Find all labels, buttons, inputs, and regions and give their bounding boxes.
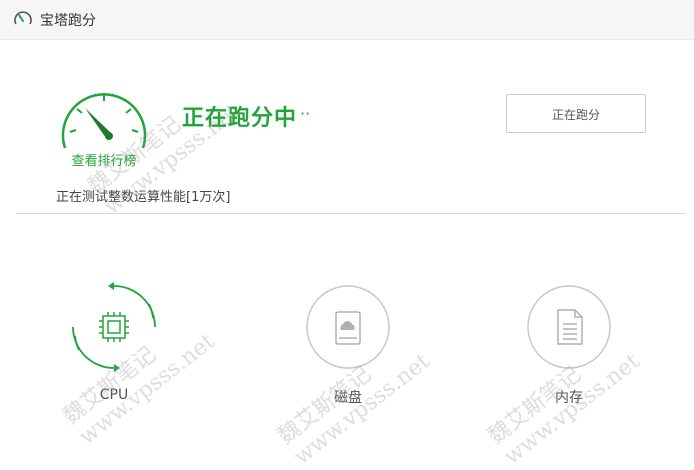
cpu-progress-ring <box>72 282 156 372</box>
test-label-disk: 磁盘 <box>334 390 362 406</box>
status-progress-dots: ·· <box>300 104 311 123</box>
speedometer-gauge-icon <box>61 93 147 149</box>
status-title: 正在跑分中 <box>182 106 298 131</box>
run-benchmark-button[interactable]: 正在跑分 <box>506 94 646 133</box>
disk-progress-ring <box>306 285 390 369</box>
window-title: 宝塔跑分 <box>40 13 96 29</box>
leaderboard-link[interactable]: 查看排行榜 <box>55 150 153 169</box>
section-divider <box>16 213 686 214</box>
window-titlebar: 宝塔跑分 <box>0 0 694 40</box>
test-label-cpu: CPU <box>99 387 129 403</box>
status-detail: 正在测试整数运算性能[1万次] <box>56 190 231 205</box>
speedometer-icon <box>14 11 32 25</box>
cpu-chip-icon <box>99 312 129 342</box>
memory-progress-ring <box>527 285 611 369</box>
speed-gauge[interactable]: 查看排行榜 <box>55 86 153 170</box>
memory-document-icon <box>557 309 583 345</box>
test-item-disk: 磁盘 <box>298 282 398 412</box>
test-item-memory: 内存 <box>519 282 619 412</box>
test-label-memory: 内存 <box>555 390 583 406</box>
disk-icon <box>335 311 361 345</box>
test-item-cpu: CPU <box>64 282 164 412</box>
